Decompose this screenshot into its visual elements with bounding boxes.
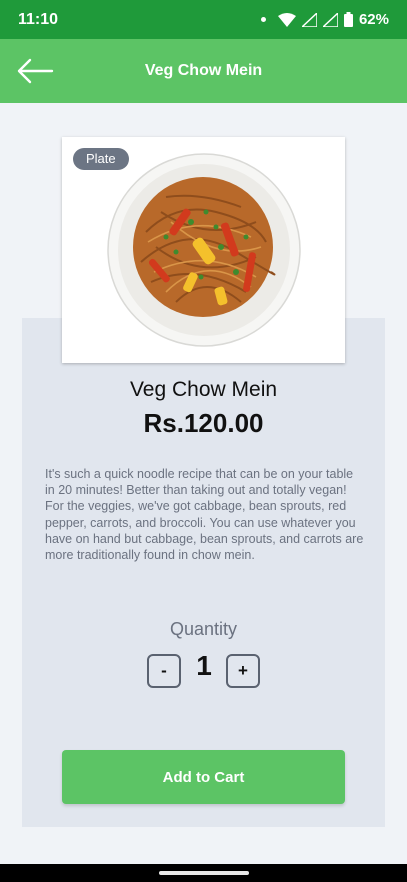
product-name: Veg Chow Mein [129,378,278,401]
system-nav-bar [0,864,407,882]
wifi-icon [277,12,296,27]
product-description: It's such a quick noodle recipe that can… [45,467,364,563]
status-icons: 62% [260,11,389,28]
increase-quantity-button[interactable]: + [226,654,260,688]
signal-icon-2 [322,12,338,27]
signal-icon [301,12,317,27]
home-handle[interactable] [159,871,249,875]
product-image [107,153,301,347]
arrow-left-icon [17,58,54,84]
status-time: 11:10 [18,10,59,28]
battery-icon [343,12,353,27]
product-price: Rs.120.00 [143,408,264,438]
app-bar: Veg Chow Mein [0,39,407,103]
status-bar: 11:10 62% [0,0,407,39]
decrease-quantity-button[interactable]: - [147,654,181,688]
notification-dot-icon [260,17,266,22]
quantity-label: Quantity [169,619,238,639]
product-image-frame: Plate [62,137,345,363]
quantity-value: 1 [196,650,212,681]
page-title: Veg Chow Mein [144,62,263,79]
back-button[interactable] [16,57,54,85]
battery-percent: 62% [358,11,389,28]
add-to-cart-button[interactable]: Add to Cart [62,750,345,804]
plate-badge: Plate [73,148,129,170]
